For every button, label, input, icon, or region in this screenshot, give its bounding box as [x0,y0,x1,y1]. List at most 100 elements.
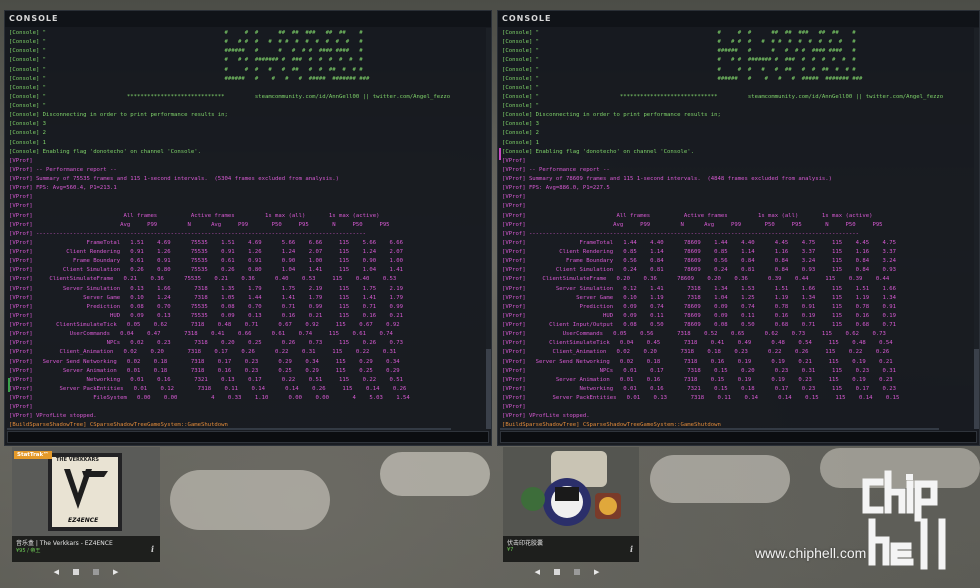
console-line: [VProf] NPCs 0.01 0.17 7318 0.15 0.20 0.… [502,367,897,374]
console-line: [VProf] All frames Active frames 1s max … [502,212,873,219]
info-icon[interactable]: i [630,544,633,554]
console-scrollbar[interactable] [486,28,491,429]
item-card-sticker-capsule[interactable]: 伏击印花胶囊 ¥7 i [503,447,639,562]
console-line: [VProf] Frame Boundary 0.56 0.84 78609 0… [502,258,897,265]
console-line: [VProf] [502,157,526,164]
console-line: [Console] " [502,103,540,109]
console-line: [VProf] Server Animation 0.01 0.18 7318 … [9,367,400,374]
console-line: [Console] " # # # ####### # ### # # # # … [9,57,363,64]
console-input[interactable] [500,431,977,443]
next-icon[interactable]: ▶ [113,568,118,576]
console-line: [Console] " # # # # # # # # # # # # # # [9,39,363,46]
console-line: [VProf] [9,157,33,164]
console-line: [VProf] All frames Active frames 1s max … [9,212,380,219]
console-window-left: CONSOLE [Console] " # # # ## ## ### ## #… [4,10,492,446]
console-line: [VProf] Server Game 0.10 1.19 7318 1.04 … [502,294,897,301]
console-line: [VProf] Prediction 0.08 0.70 75535 0.08 … [9,303,404,310]
console-line: [VProf] [502,404,526,411]
prev-icon[interactable]: ◀ [54,568,59,576]
console-title: CONSOLE [498,11,979,27]
item-title: 伏击印花胶囊 [507,540,544,547]
console-line: [VProf] Client Input/Output 0.08 0.50 78… [502,322,897,328]
pause-icon[interactable] [93,569,99,575]
scroll-marker [8,378,10,392]
item-price: ¥7 [507,547,514,553]
chiphell-logo [862,470,946,570]
prev-icon[interactable]: ◀ [535,568,540,576]
console-line: [VProf] FileSystem 0.00 0.00 4 0.33 1.10… [9,395,410,401]
console-line: [VProf] Summary of 78609 frames and 115 … [502,176,833,182]
console-line: [VProf] [9,203,33,210]
console-line: [VProf] [9,404,33,411]
item-price: ¥95 / 帝王 [16,548,41,554]
stop-icon[interactable] [73,569,79,575]
console-line: [VProf] Server Simulation 0.12 1.41 7318… [502,285,897,292]
console-line: [Console] " ###### # # # # # #### #### # [9,48,363,55]
stop-icon[interactable] [554,569,560,575]
item-card-music-kit[interactable]: THE VERKKARS EZ4ENCE StatTrak™ 音乐盒 | The… [12,447,160,562]
console-line: [Console] 1 [9,139,47,146]
scrollbar-thumb[interactable] [974,349,979,429]
scrollbar-thumb[interactable] [486,349,491,429]
console-line: [VProf] Frame Boundary 0.61 0.91 75535 0… [9,258,404,265]
console-line: [Console] " ###### # # # # ##### #######… [502,75,863,82]
console-line: [VProf] Client_Animation 0.02 0.20 7318 … [502,349,890,356]
scroll-marker [499,148,501,160]
console-title: CONSOLE [5,11,491,27]
console-line: [Console] " ****************************… [502,93,944,100]
console-scrollbar[interactable] [974,28,979,429]
console-line: [Console] " # # # # # ## # # ## # # # [9,66,363,73]
pause-icon[interactable] [574,569,580,575]
console-line: [VProf] HUD 0.09 0.13 75535 0.09 0.13 0.… [9,312,404,319]
console-line: [VProf] Avg P99 N Avg P99 P50 P95 N P50 … [9,221,390,228]
console-hscrollbar[interactable] [7,428,451,430]
next-icon[interactable]: ▶ [594,568,599,576]
console-line: [Console] " ###### # # # # # #### #### # [502,48,856,55]
console-line: [VProf] ClientSimulateFrame 0.21 0.36 75… [9,276,397,283]
console-line: [VProf] NPCs 0.02 0.23 7318 0.20 0.25 0.… [9,340,404,347]
console-line: [VProf] HUD 0.09 0.11 78609 0.09 0.11 0.… [502,312,897,319]
road-marking [170,470,330,530]
console-line: [VProf] Avg P99 N Avg P99 P50 P95 N P50 … [502,221,883,228]
stattrak-badge: StatTrak™ [14,451,52,459]
console-line: [Console] " # # # # # # # # # # # # # # [502,39,856,46]
console-line: [VProf] FrameTotal 1.51 4.69 75535 1.51 … [9,239,404,246]
console-line: [VProf] Server PackEntities 0.01 0.12 73… [9,385,407,392]
console-line: [VProf] Server Send Networking 0.02 0.18… [9,358,400,365]
console-line: [VProf] Server Send Networking 0.02 0.18… [502,358,893,365]
console-line: [VProf] -- Performance report -- [9,166,117,173]
console-line: [VProf] Client Simulation 0.24 0.81 7860… [502,267,897,274]
console-window-right: CONSOLE [Console] " # # # ## ## ### ## #… [497,10,980,446]
console-line: [Console] " [502,84,540,91]
art-caption: THE VERKKARS [56,457,99,463]
info-icon[interactable]: i [151,544,154,554]
console-line: [VProf] ClientSimulateTick 0.04 0.45 731… [502,340,893,347]
console-line: [VProf] Server Simulation 0.13 1.66 7318… [9,285,404,292]
console-line: [VProf] FPS: Avg=560.4, P1=213.1 [9,185,117,192]
console-line: [Console] 3 [502,121,540,128]
console-line: [VProf] Client Rendering 0.85 1.14 78609… [502,249,897,255]
console-line: [Console] Enabling flag 'donotecho' on c… [502,148,694,155]
console-line: [VProf] FrameTotal 1.44 4.40 78609 1.44 … [502,239,897,246]
console-line: [VProf] Client_Animation 0.02 0.20 7318 … [9,349,397,356]
console-line: [VProf] FPS: Avg=886.0, P1=227.5 [502,185,610,192]
console-line: [VProf] ClientSimulateFrame 0.20 0.36 78… [502,276,890,283]
console-line: [Console] Disconnecting in order to prin… [9,112,228,119]
console-line: [VProf] Server PackEntities 0.01 0.13 73… [502,395,900,401]
console-line: [Console] 1 [502,139,540,146]
console-line: [Console] 2 [9,130,47,137]
console-line: [VProf] Prediction 0.09 0.74 78609 0.09 … [502,303,897,310]
watermark-url: www.chiphell.com [755,545,867,561]
console-line: [Console] " # # # ####### # ### # # # # … [502,57,856,64]
console-line: [VProf] [9,194,33,201]
console-line: [VProf] --------------------------------… [9,230,366,237]
console-input[interactable] [7,431,489,443]
road-marking [650,455,790,503]
console-line: [VProf] Summary of 75535 frames and 115 … [9,176,340,182]
console-hscrollbar[interactable] [500,428,939,430]
console-output: [Console] " # # # ## ## ### ## ## # [Cons… [498,28,973,429]
console-line: [VProf] Client Rendering 0.91 1.26 75535… [9,249,404,255]
console-line: [Console] " [9,103,47,109]
console-line: [Console] 3 [9,121,47,128]
console-line: [VProf] Networking 0.01 0.16 7321 0.15 0… [502,385,897,392]
